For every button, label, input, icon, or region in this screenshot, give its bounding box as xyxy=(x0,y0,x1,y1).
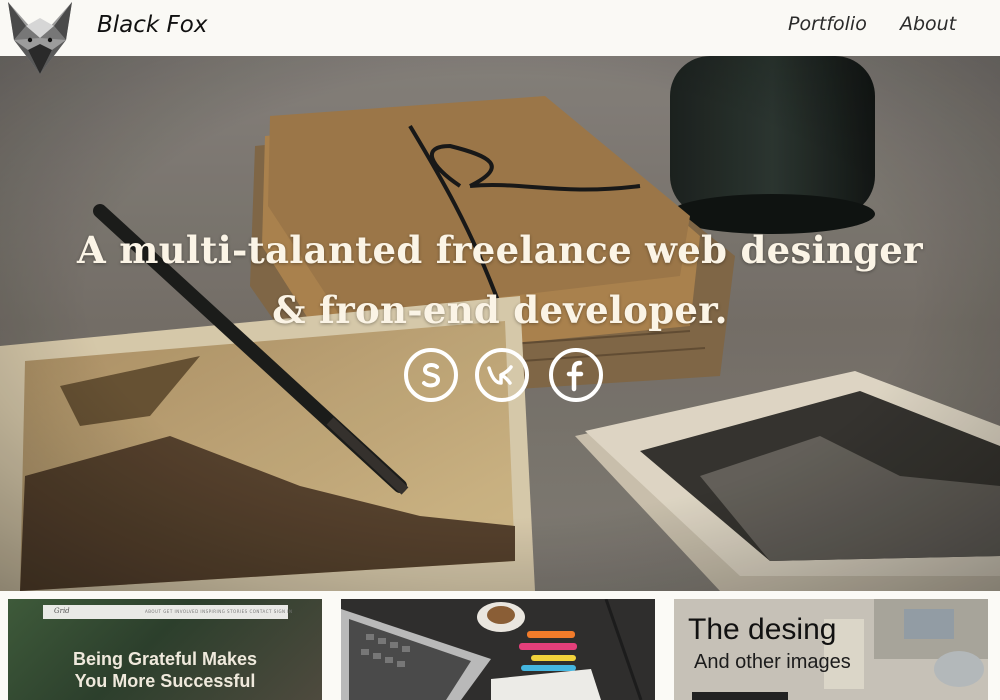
skype-glyph-icon xyxy=(422,363,441,388)
card-title-line2: You More Successful xyxy=(74,671,256,691)
hero-headline-line1: A multi-talanted freelance web desinger xyxy=(77,228,923,272)
card-design-title: The desing xyxy=(688,613,837,646)
skype-icon[interactable] xyxy=(404,348,458,402)
card-design-button[interactable] xyxy=(692,692,788,700)
card-site-menu: ABOUT GET INVOLVED INSPIRING STORIES CON… xyxy=(145,609,293,614)
portfolio-card-desk[interactable] xyxy=(341,599,655,700)
brand-name[interactable]: Black Fox xyxy=(97,12,207,38)
nav-portfolio[interactable]: Portfolio xyxy=(788,13,867,35)
hero-section: A multi-talanted freelance web desinger … xyxy=(0,56,1000,591)
site-header: Black Fox Portfolio About xyxy=(0,0,1000,74)
laptop-desk-image xyxy=(341,599,655,700)
portfolio-strip: Grid ABOUT GET INVOLVED INSPIRING STORIE… xyxy=(0,591,1000,700)
vk-icon[interactable] xyxy=(475,348,529,402)
hero-headline-line2: & fron-end developer. xyxy=(272,288,728,332)
card-site-brand: Grid xyxy=(54,607,70,615)
nav-about[interactable]: About xyxy=(900,13,956,35)
portfolio-card-design[interactable]: The desing And other images xyxy=(674,599,988,700)
vk-glyph-icon xyxy=(487,365,513,385)
card-title-line1: Being Grateful Makes xyxy=(72,649,258,669)
facebook-glyph-icon xyxy=(566,360,584,392)
card-design-subtitle: And other images xyxy=(694,651,851,673)
facebook-icon[interactable] xyxy=(549,348,603,402)
portfolio-card-grateful[interactable]: Grid ABOUT GET INVOLVED INSPIRING STORIE… xyxy=(8,599,322,700)
fox-logo-icon[interactable] xyxy=(6,0,74,76)
